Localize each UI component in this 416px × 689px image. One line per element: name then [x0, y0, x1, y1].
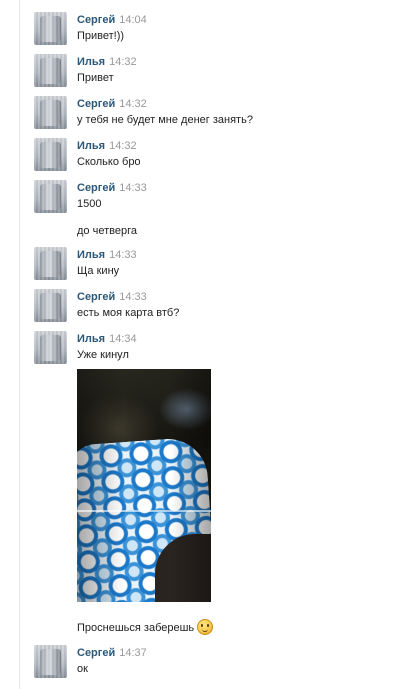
message-time[interactable]: 14:32	[109, 56, 137, 68]
message-header: Сергей 14:33	[77, 289, 147, 304]
message-text: Ща кину	[77, 265, 120, 277]
message-text: Привет	[77, 72, 114, 84]
message-header: Сергей 14:37	[77, 645, 147, 660]
message-time[interactable]: 14:33	[119, 291, 147, 303]
avatar[interactable]	[34, 645, 67, 678]
message-item: Илья 14:32 Привет	[34, 54, 394, 90]
message-text: Проснешься заберешь	[77, 621, 195, 634]
message-text: есть моя карта втб?	[77, 307, 180, 319]
message-header: Илья 14:32	[77, 54, 137, 69]
message-item: Илья 14:32 Сколько бро	[34, 138, 394, 174]
message-text: Привет!))	[77, 30, 125, 42]
avatar[interactable]	[34, 12, 67, 45]
message-text: ок	[77, 663, 88, 675]
photo-shade	[77, 369, 211, 602]
timeline-divider	[19, 0, 20, 689]
message-time[interactable]: 14:32	[119, 98, 147, 110]
avatar[interactable]	[34, 247, 67, 280]
author-name[interactable]: Илья	[77, 140, 105, 152]
message-header: Сергей 14:04	[77, 12, 147, 27]
message-header: Илья 14:33	[77, 247, 137, 262]
author-name[interactable]: Сергей	[77, 182, 115, 194]
message-text-continued: Проснешься заберешь	[77, 619, 214, 636]
photo-attachment[interactable]	[77, 369, 211, 602]
author-name[interactable]: Сергей	[77, 98, 115, 110]
message-time[interactable]: 14:34	[109, 333, 137, 345]
message-text: до четверга	[77, 225, 137, 237]
avatar[interactable]	[34, 138, 67, 171]
message-item: Сергей 14:33 1500 до четверга	[34, 180, 394, 240]
message-time[interactable]: 14:33	[119, 182, 147, 194]
message-header: Сергей 14:33	[77, 180, 147, 195]
message-text: Уже кинул	[77, 349, 129, 361]
author-name[interactable]: Илья	[77, 249, 105, 261]
message-time[interactable]: 14:37	[119, 647, 147, 659]
avatar[interactable]	[34, 331, 67, 364]
message-item: Сергей 14:04 Привет!))	[34, 12, 394, 48]
message-item: Илья 14:34 Уже кинул	[34, 331, 394, 367]
message-text: 1500	[77, 198, 102, 210]
message-item: Сергей 14:37 ок	[34, 645, 394, 681]
author-name[interactable]: Илья	[77, 333, 105, 345]
avatar[interactable]	[34, 96, 67, 129]
avatar[interactable]	[34, 54, 67, 87]
message-text: у тебя не будет мне денег занять?	[77, 114, 253, 126]
avatar[interactable]	[34, 180, 67, 213]
message-text: Сколько бро	[77, 156, 141, 168]
avatar[interactable]	[34, 289, 67, 322]
author-name[interactable]: Илья	[77, 56, 105, 68]
message-item: Илья 14:33 Ща кину	[34, 247, 394, 283]
message-time[interactable]: 14:32	[109, 140, 137, 152]
author-name[interactable]: Сергей	[77, 14, 115, 26]
message-item: Сергей 14:33 есть моя карта втб?	[34, 289, 394, 325]
message-time[interactable]: 14:04	[119, 14, 147, 26]
message-header: Илья 14:34	[77, 331, 137, 346]
message-item: Сергей 14:32 у тебя не будет мне денег за…	[34, 96, 394, 132]
photo-seam	[77, 510, 211, 512]
message-time[interactable]: 14:33	[109, 249, 137, 261]
wink-smiley-icon	[197, 619, 214, 635]
author-name[interactable]: Сергей	[77, 291, 115, 303]
message-header: Сергей 14:32	[77, 96, 147, 111]
author-name[interactable]: Сергей	[77, 647, 115, 659]
message-header: Илья 14:32	[77, 138, 137, 153]
